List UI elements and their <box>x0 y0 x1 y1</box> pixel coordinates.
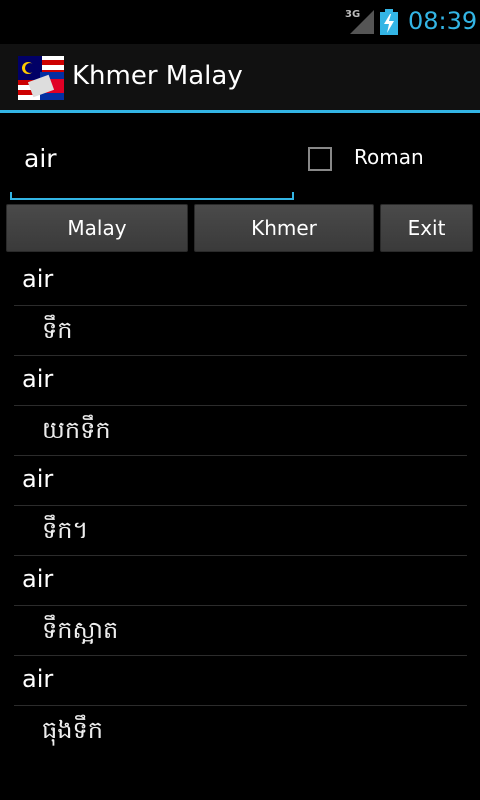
list-item[interactable]: air <box>0 456 480 506</box>
roman-checkbox-label[interactable]: Roman <box>354 145 424 169</box>
list-item[interactable]: ទឹកស្អាត <box>0 606 480 656</box>
list-item[interactable]: air <box>0 356 480 406</box>
list-item[interactable]: ទឹក។ <box>0 506 480 556</box>
result-translation: ទឹក <box>42 316 73 344</box>
exit-button[interactable]: Exit <box>380 204 473 252</box>
malay-button[interactable]: Malay <box>6 204 188 252</box>
action-bar: Khmer Malay <box>0 44 480 113</box>
battery-charging-icon <box>380 9 398 35</box>
result-translation: យកទឹក <box>42 416 111 444</box>
result-word: air <box>22 465 54 493</box>
network-type-label: 3G <box>345 9 361 20</box>
roman-checkbox[interactable] <box>308 147 332 171</box>
results-list[interactable]: air ទឹក air យកទឹក air ទឹក។ air ទឹកស្អាត … <box>0 256 480 756</box>
list-item[interactable]: air <box>0 556 480 606</box>
app-title: Khmer Malay <box>72 61 243 91</box>
search-input[interactable] <box>10 130 294 200</box>
action-bar-divider <box>0 110 480 113</box>
khmer-button[interactable]: Khmer <box>194 204 374 252</box>
list-item[interactable]: ទឹក <box>0 306 480 356</box>
status-clock: 08:39 <box>408 7 478 35</box>
search-input-underline <box>10 192 294 200</box>
list-item[interactable]: air <box>0 656 480 706</box>
result-word: air <box>22 265 54 293</box>
result-word: air <box>22 565 54 593</box>
result-translation: ធុងទឹក <box>42 716 103 744</box>
list-item[interactable]: ធុងទឹក <box>0 706 480 756</box>
result-translation: ទឹក។ <box>42 516 89 544</box>
list-item[interactable]: air <box>0 256 480 306</box>
list-item[interactable]: យកទឹក <box>0 406 480 456</box>
result-word: air <box>22 665 54 693</box>
app-flag-icon[interactable] <box>18 56 64 100</box>
status-bar: 3G 08:39 <box>0 0 480 44</box>
result-translation: ទឹកស្អាត <box>42 616 119 644</box>
result-word: air <box>22 365 54 393</box>
